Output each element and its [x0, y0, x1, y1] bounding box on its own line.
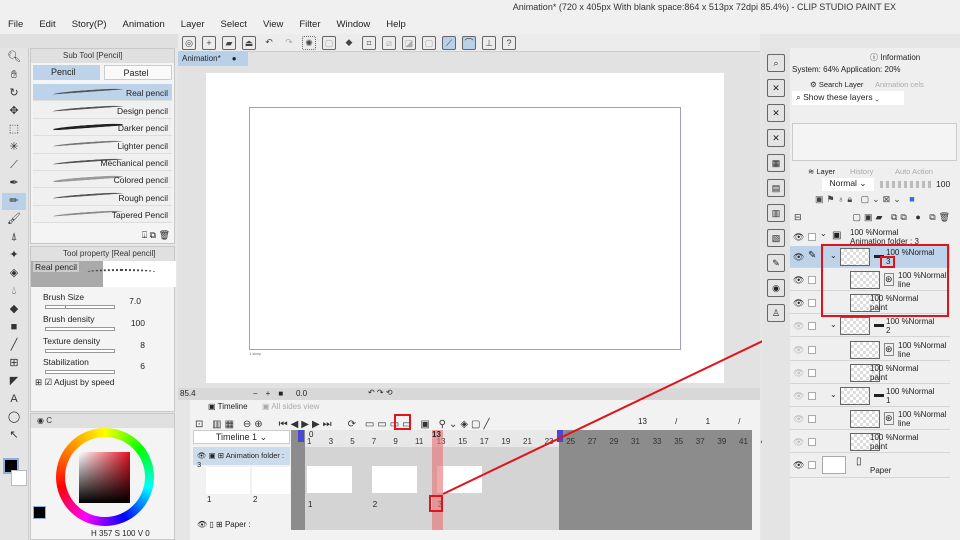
layer-thumbnail — [840, 387, 870, 405]
eye-icon[interactable]: 👁︎ — [793, 298, 804, 309]
layer-name-highlight — [880, 256, 895, 268]
layer-filter-select[interactable]: ⌕ Show these layers ⌄ — [792, 91, 904, 105]
lock-checkbox[interactable] — [808, 392, 816, 400]
layer-thumbnail — [840, 317, 870, 335]
layer-name: 1 — [886, 396, 891, 405]
eye-icon[interactable]: 👁︎ — [793, 321, 804, 332]
close-icon[interactable]: ✕ — [767, 129, 785, 147]
search-results — [792, 123, 957, 161]
eye-icon[interactable]: 👁︎ — [793, 252, 804, 263]
layer-icon[interactable]: ▧ — [767, 229, 785, 247]
animation-folder-icon: ▣ — [832, 230, 842, 241]
history-tab[interactable]: History — [850, 167, 873, 176]
layer-row[interactable]: 👁︎ ⌄ ▬ 100 %Normal 2 — [790, 315, 950, 337]
auto-action-tab[interactable]: Auto Action — [895, 167, 933, 176]
eye-icon[interactable]: 👁︎ — [793, 275, 804, 286]
layer-name: Paper — [870, 466, 892, 475]
layer-blend: 100 %Normal — [870, 364, 919, 373]
layer-icon[interactable]: ▤ — [767, 179, 785, 197]
arrow-line — [442, 315, 816, 495]
layer-blend: 100 %Normal — [898, 410, 947, 419]
lock-checkbox[interactable] — [808, 438, 816, 446]
layer-name: line — [898, 419, 911, 428]
paper-icon: ▯ — [856, 456, 862, 467]
layer-blend: 100 %Normal — [898, 341, 947, 350]
layer-tab[interactable]: ≋ Layer — [808, 167, 835, 176]
folder-icon: ▬ — [874, 389, 884, 400]
vector-layer-icon: ⊛ — [884, 343, 894, 356]
lock-checkbox[interactable] — [808, 346, 816, 354]
eye-icon[interactable]: 👁︎ — [793, 368, 804, 379]
chevron-down-icon[interactable]: ⌄ — [830, 320, 837, 329]
layer-name: line — [898, 350, 911, 359]
eye-icon[interactable]: 👁︎ — [793, 391, 804, 402]
system-info: System: 64% Application: 20% — [792, 65, 901, 74]
lock-checkbox[interactable] — [808, 415, 816, 423]
lock-checkbox[interactable] — [808, 461, 816, 469]
layer-thumbnail — [850, 341, 880, 359]
layer-row[interactable]: 👁︎ ⊛ 100 %Normal line — [790, 408, 950, 430]
layer-row[interactable]: 👁︎ ⌄ ▬ 100 %Normal 1 — [790, 385, 950, 407]
lock-checkbox[interactable] — [808, 233, 816, 241]
quick-access-column: ⌕ ✕ ✕ ✕ ▦ ▤ ▥ ▧ ✎ ◉ ♙ — [762, 48, 790, 540]
layer-row[interactable]: 👁︎ ⊛ 100 %Normal line — [790, 339, 950, 361]
layer-blend: 100 %Normal — [886, 317, 935, 326]
layer-name: 2 — [886, 326, 891, 335]
opacity-slider[interactable] — [880, 181, 932, 188]
lock-checkbox[interactable] — [808, 299, 816, 307]
figure-icon[interactable]: ♙ — [767, 304, 785, 322]
chevron-down-icon[interactable]: ⌄ — [830, 390, 837, 399]
edit-icon[interactable]: ✎ — [767, 254, 785, 272]
layer-row[interactable]: 👁︎ ▯ Paper — [790, 454, 950, 478]
layer-blend: 100 %Normal — [886, 387, 935, 396]
eye-icon[interactable]: 👁︎ — [793, 437, 804, 448]
layer-blend: 100 %Normal — [850, 228, 899, 237]
layer-row[interactable]: 👁︎ 100 %Normal paint — [790, 431, 950, 453]
ruler-icon[interactable]: ▥ — [767, 204, 785, 222]
animation-cels-tab[interactable]: Animation cels — [875, 80, 924, 89]
clear-icon[interactable]: ✕ — [767, 79, 785, 97]
vector-layer-icon: ⊛ — [884, 412, 894, 425]
layer-name: paint — [870, 442, 888, 451]
lock-checkbox[interactable] — [808, 276, 816, 284]
layer-blend: 100 %Normal — [870, 433, 919, 442]
layer-property-toolbar: ▣⚑♁🔒︎ ▢⌄⊠⌄ ■ — [815, 194, 918, 204]
information-tab[interactable]: ⓘ Information — [870, 52, 920, 63]
layer-thumbnail — [850, 410, 880, 428]
eye-icon[interactable]: 👁︎ — [793, 414, 804, 425]
clear-icon[interactable]: ✕ — [767, 104, 785, 122]
layer-actions-toolbar: ⊟ ▢▣▰ ⧉⧉ ● ⧉🗑︎ — [794, 212, 954, 222]
lock-checkbox[interactable] — [808, 369, 816, 377]
blend-mode-select[interactable]: Normal ⌄ — [822, 178, 874, 191]
pen-icon: ✎ — [808, 250, 817, 261]
layer-group-highlight — [821, 244, 949, 317]
folder-icon: ▬ — [874, 319, 884, 330]
lock-checkbox[interactable] — [808, 322, 816, 330]
eye-icon[interactable]: 👁︎ — [793, 232, 804, 243]
camera-icon[interactable]: ◉ — [767, 279, 785, 297]
paper-thumbnail — [822, 456, 846, 474]
eye-icon[interactable]: 👁︎ — [793, 345, 804, 356]
layer-row[interactable]: 👁︎ 100 %Normal paint — [790, 362, 950, 384]
search-layer-tab[interactable]: ⚙ Search Layer — [810, 80, 863, 89]
chevron-down-icon[interactable]: ⌄ — [820, 229, 827, 238]
search-icon[interactable]: ⌕ — [767, 54, 785, 72]
grid-icon[interactable]: ▦ — [767, 154, 785, 172]
eye-icon[interactable]: 👁︎ — [793, 460, 804, 471]
opacity-value[interactable]: 100 — [936, 179, 950, 189]
layer-name: paint — [870, 373, 888, 382]
